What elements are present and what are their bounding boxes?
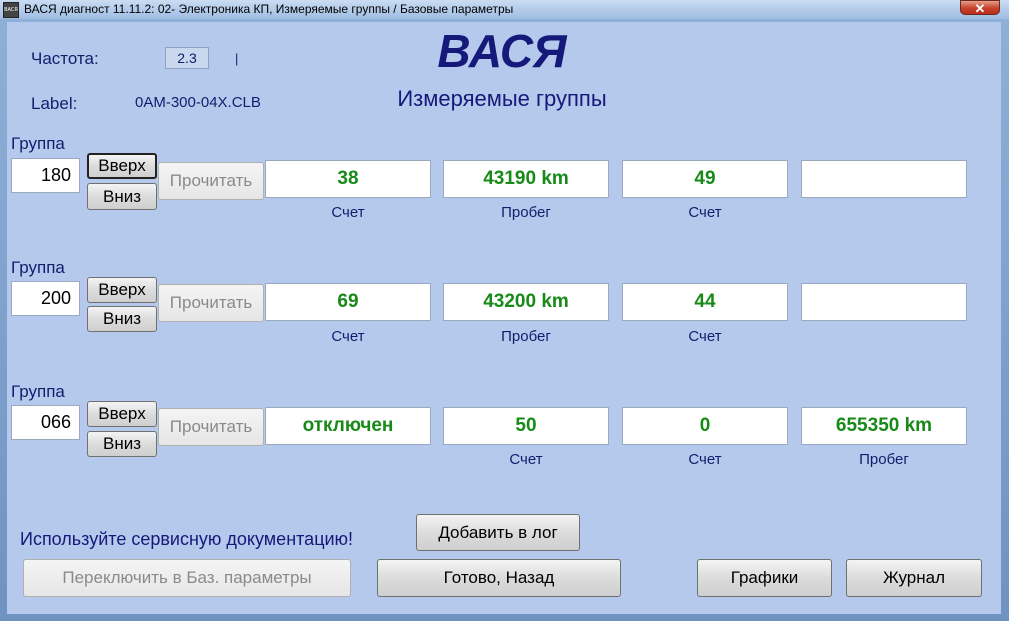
measure-value: 43190 km: [443, 160, 609, 198]
group-label: Группа: [11, 258, 65, 277]
client-area: Частота: 2.3 | Label: 0AM-300-04X.CLB ВА…: [7, 22, 1001, 614]
label-file-value: 0AM-300-04X.CLB: [135, 94, 261, 111]
app-window: ВАСЯ ВАСЯ диагност 11.11.2: 02- Электрон…: [0, 0, 1009, 621]
measure-value: 655350 km: [801, 407, 967, 445]
measure-unit: Счет: [331, 328, 365, 345]
group-number-input[interactable]: 180: [11, 158, 80, 193]
frequency-label: Частота:: [31, 49, 99, 68]
graphs-button[interactable]: Графики: [697, 559, 832, 597]
frequency-value: 2.3: [165, 47, 209, 69]
journal-button[interactable]: Журнал: [846, 559, 982, 597]
group-down-button[interactable]: Вниз: [87, 431, 157, 457]
measure-unit: Счет: [331, 204, 365, 221]
group-number-input[interactable]: 200: [11, 281, 80, 316]
frequency-indicator: |: [235, 51, 239, 66]
measure-value: отключен: [265, 407, 431, 445]
group-up-button[interactable]: Вверх: [87, 277, 157, 303]
measure-value: 43200 km: [443, 283, 609, 321]
read-button[interactable]: Прочитать: [158, 408, 264, 446]
measure-value: [801, 160, 967, 198]
add-to-log-button[interactable]: Добавить в лог: [416, 514, 580, 551]
group-up-button[interactable]: Вверх: [87, 401, 157, 427]
measure-unit: Счет: [509, 451, 543, 468]
group-down-button[interactable]: Вниз: [87, 183, 157, 210]
group-number-input[interactable]: 066: [11, 405, 80, 440]
service-doc-hint: Используйте сервисную документацию!: [20, 529, 354, 549]
page-title: Измеряемые группы: [397, 86, 607, 111]
measure-value: 0: [622, 407, 788, 445]
measure-value: [801, 283, 967, 321]
measure-unit: Счет: [688, 204, 722, 221]
read-button[interactable]: Прочитать: [158, 284, 264, 322]
app-icon: ВАСЯ: [3, 2, 19, 18]
window-title: ВАСЯ диагност 11.11.2: 02- Электроника К…: [24, 2, 514, 16]
measure-value: 50: [443, 407, 609, 445]
measure-unit: Пробег: [859, 451, 909, 468]
group-down-button[interactable]: Вниз: [87, 306, 157, 332]
measure-unit: Пробег: [501, 204, 551, 221]
measure-value: 49: [622, 160, 788, 198]
switch-basic-params-button[interactable]: Переключить в Баз. параметры: [23, 559, 351, 597]
group-label: Группа: [11, 382, 65, 401]
measure-value: 69: [265, 283, 431, 321]
measure-value: 38: [265, 160, 431, 198]
close-button[interactable]: ✕: [960, 0, 1000, 16]
group-up-button[interactable]: Вверх: [87, 153, 157, 179]
measure-unit: Счет: [688, 451, 722, 468]
done-back-button[interactable]: Готово, Назад: [377, 559, 621, 597]
app-logo: ВАСЯ: [437, 25, 567, 77]
measure-unit: Счет: [688, 328, 722, 345]
label-caption: Label:: [31, 94, 78, 113]
title-bar[interactable]: ВАСЯ ВАСЯ диагност 11.11.2: 02- Электрон…: [0, 0, 1009, 19]
read-button[interactable]: Прочитать: [158, 162, 264, 200]
group-label: Группа: [11, 134, 65, 153]
measure-value: 44: [622, 283, 788, 321]
measure-unit: Пробег: [501, 328, 551, 345]
